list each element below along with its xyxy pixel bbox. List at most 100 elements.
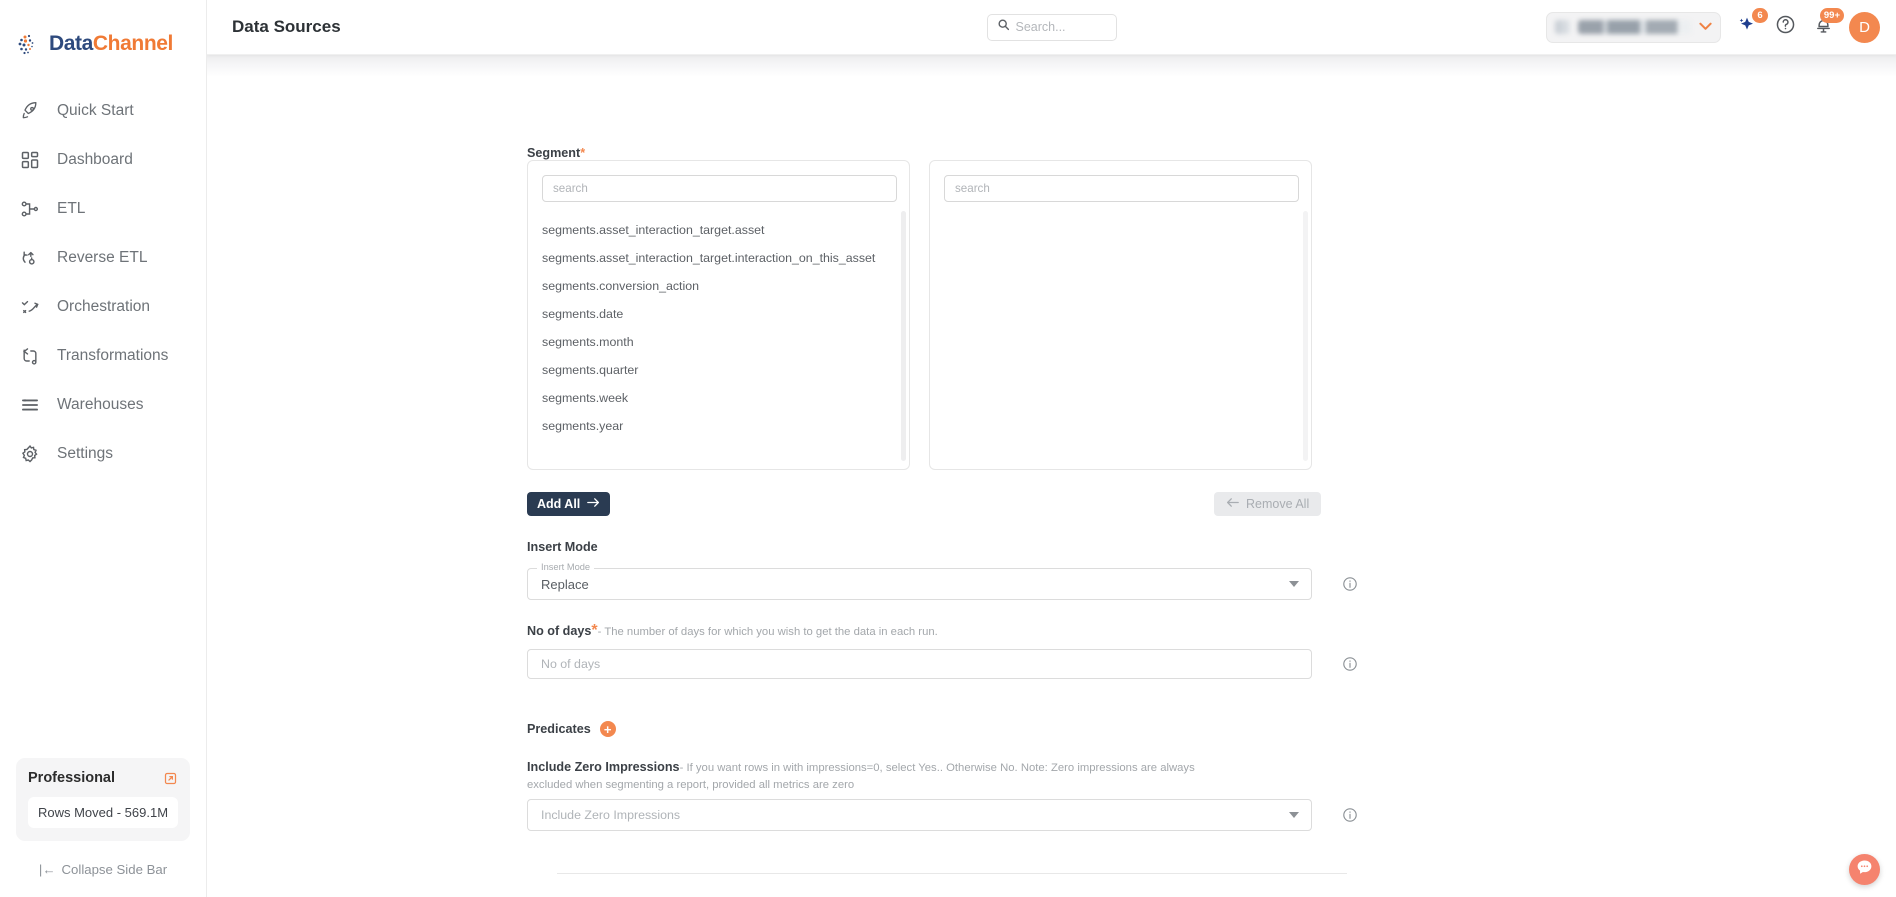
add-all-button[interactable]: Add All xyxy=(527,492,611,516)
sidebar-item-warehouses[interactable]: Warehouses xyxy=(0,380,206,429)
page-title: Data Sources xyxy=(232,17,341,36)
ai-assistant-button[interactable]: 6 xyxy=(1735,8,1768,39)
global-search-placeholder: Search... xyxy=(1015,20,1066,34)
help-button[interactable] xyxy=(1773,15,1797,39)
chat-bubble-icon xyxy=(1855,858,1874,882)
sidebar-nav: Quick Start Dashboard ETL Reverse ETL Or… xyxy=(0,86,206,478)
sidebar-item-label: Dashboard xyxy=(57,150,133,168)
sidebar-item-orchestration[interactable]: Orchestration xyxy=(0,282,206,331)
arrow-right-icon xyxy=(587,497,600,511)
sidebar-item-label: Transformations xyxy=(57,346,169,364)
list-item[interactable]: segments.month xyxy=(528,328,909,356)
brand-logo-area[interactable]: DataChannel xyxy=(0,0,206,66)
list-item[interactable]: segments.quarter xyxy=(528,356,909,384)
collapse-sidebar-button[interactable]: |← Collapse Side Bar xyxy=(0,841,206,897)
sidebar-item-dashboard[interactable]: Dashboard xyxy=(0,135,206,184)
segment-selected-panel: search xyxy=(929,160,1312,470)
announcement-badge-count: 99+ xyxy=(1819,8,1844,23)
content-area: Segment* search segments.asset_interacti… xyxy=(207,55,1896,897)
segment-selected-options-list[interactable] xyxy=(930,216,1311,469)
include-zero-impressions-label-row: Include Zero Impressions- If you want ro… xyxy=(527,759,1217,793)
segment-available-options-list[interactable]: segments.asset_interaction_target.asset … xyxy=(528,216,909,469)
brand-name-part1: Data xyxy=(49,32,93,55)
insert-mode-value: Replace xyxy=(541,576,589,592)
etl-nodes-icon xyxy=(19,198,41,220)
form-footer-divider xyxy=(557,873,1347,874)
transformations-icon xyxy=(19,345,41,367)
include-zero-impressions-select[interactable]: Include Zero Impressions xyxy=(527,799,1312,831)
sidebar-item-label: Warehouses xyxy=(57,395,144,413)
remove-all-label: Remove All xyxy=(1246,497,1310,511)
list-item[interactable]: segments.year xyxy=(528,412,909,440)
no-of-days-label-row: No of days*- The number of days for whic… xyxy=(527,622,938,640)
chevron-down-icon xyxy=(1699,20,1712,34)
plus-circle-icon[interactable]: + xyxy=(599,721,616,737)
workspace-selector[interactable] xyxy=(1546,11,1721,43)
plan-name: Professional xyxy=(28,770,116,786)
insert-mode-info-icon[interactable] xyxy=(1342,576,1358,597)
globe-dots-logo xyxy=(16,31,42,57)
segment-available-search-input[interactable]: search xyxy=(542,175,897,202)
main-region: Data Sources Search... 6 99+ D Segment* … xyxy=(207,0,1896,897)
sidebar-item-label: Orchestration xyxy=(57,297,151,315)
list-item[interactable]: segments.conversion_action xyxy=(528,272,909,300)
segment-available-search-placeholder: search xyxy=(553,182,588,195)
chevron-down-icon xyxy=(1289,812,1299,818)
no-of-days-input[interactable]: No of days xyxy=(527,649,1312,679)
insert-mode-select[interactable]: Insert Mode Replace xyxy=(527,562,1312,600)
sidebar-item-reverse-etl[interactable]: Reverse ETL xyxy=(0,233,206,282)
no-of-days-placeholder: No of days xyxy=(541,657,601,671)
no-of-days-info-icon[interactable] xyxy=(1342,656,1358,677)
sidebar-item-label: Quick Start xyxy=(57,101,134,119)
external-link-icon[interactable] xyxy=(163,771,178,786)
gear-icon xyxy=(19,443,41,465)
insert-mode-label: Insert Mode xyxy=(527,540,598,554)
sidebar-item-quick-start[interactable]: Quick Start xyxy=(0,86,206,135)
no-of-days-label: No of days xyxy=(527,624,592,638)
sidebar-item-settings[interactable]: Settings xyxy=(0,429,206,478)
header-actions: 6 99+ D xyxy=(1546,8,1896,43)
dashboard-grid-icon xyxy=(19,149,41,171)
global-search-input[interactable]: Search... xyxy=(986,13,1117,41)
brand-name: DataChannel xyxy=(49,32,173,56)
ai-badge-count: 6 xyxy=(1752,8,1768,23)
include-zero-impressions-info-icon[interactable] xyxy=(1342,807,1358,828)
rows-moved-stat: Rows Moved - 569.1M xyxy=(28,797,178,828)
collapse-left-icon: |← xyxy=(38,861,56,877)
list-item[interactable]: segments.week xyxy=(528,384,909,412)
insert-mode-field-legend: Insert Mode xyxy=(537,562,595,572)
segment-label: Segment* xyxy=(527,146,585,160)
sidebar-item-etl[interactable]: ETL xyxy=(0,184,206,233)
list-item[interactable]: segments.date xyxy=(528,300,909,328)
chevron-down-icon xyxy=(1289,581,1299,587)
chat-widget-button[interactable] xyxy=(1849,854,1880,885)
avatar[interactable]: D xyxy=(1849,11,1880,43)
add-all-label: Add All xyxy=(537,497,581,511)
remove-all-button[interactable]: Remove All xyxy=(1214,492,1322,516)
data-source-config-form: Segment* search segments.asset_interacti… xyxy=(207,55,1896,897)
no-of-days-hint: - The number of days for which you wish … xyxy=(597,626,938,638)
segment-selected-scrollbar[interactable] xyxy=(1303,211,1308,461)
plan-card-header: Professional xyxy=(28,770,178,786)
segment-selected-search-input[interactable]: search xyxy=(944,175,1299,202)
predicates-label: Predicates xyxy=(527,722,591,736)
sidebar-item-transformations[interactable]: Transformations xyxy=(0,331,206,380)
orchestration-icon xyxy=(19,296,41,318)
announcements-button[interactable]: 99+ xyxy=(1811,8,1844,39)
predicates-row: Predicates + xyxy=(527,721,616,737)
search-icon xyxy=(997,18,1010,36)
segment-available-panel: search segments.asset_interaction_target… xyxy=(527,160,910,470)
list-item[interactable]: segments.asset_interaction_target.intera… xyxy=(528,244,909,272)
include-zero-impressions-label: Include Zero Impressions xyxy=(527,760,680,774)
segment-available-scrollbar[interactable] xyxy=(901,211,906,461)
segment-selected-search-placeholder: search xyxy=(955,182,990,195)
segment-label-text: Segment xyxy=(527,146,581,160)
warehouse-stack-icon xyxy=(19,394,41,416)
sidebar-item-label: Settings xyxy=(57,444,114,462)
brand-name-part2: Channel xyxy=(92,32,173,55)
sidebar-item-label: ETL xyxy=(57,199,86,217)
top-header-bar: Data Sources Search... 6 99+ D xyxy=(207,0,1896,55)
list-item[interactable]: segments.asset_interaction_target.asset xyxy=(528,216,909,244)
workspace-avatar xyxy=(1555,20,1570,34)
